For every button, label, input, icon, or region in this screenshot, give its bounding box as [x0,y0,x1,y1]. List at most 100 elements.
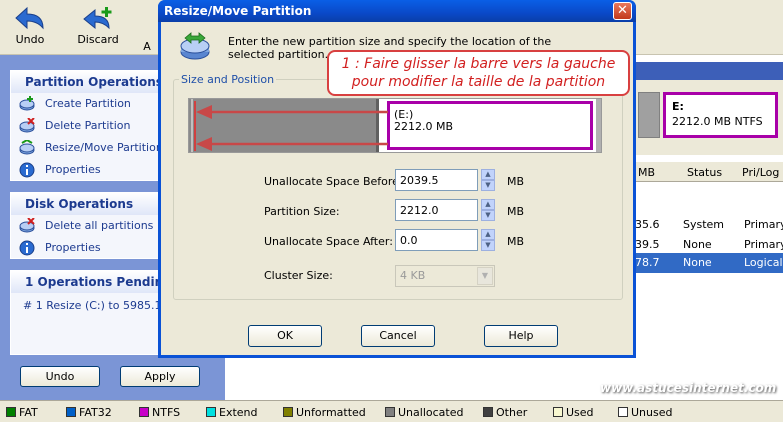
info-icon [19,240,35,256]
legend-label: Unformatted [296,406,366,419]
size-unit: MB [507,205,525,218]
legend-swatch [6,407,16,417]
legend-swatch [206,407,216,417]
legend-swatch [483,407,493,417]
after-spinner: ▲ ▼ [395,229,495,251]
close-button[interactable]: ✕ [613,2,632,20]
spin-up-icon[interactable]: ▲ [481,169,495,180]
unallocated-before-input[interactable] [395,169,478,191]
apply-toolbar-button[interactable]: A [136,4,158,53]
red-arrows-overlay [194,101,388,151]
legend-swatch [618,407,628,417]
annotation-line-2: pour modifier la taille de la partition [351,74,606,90]
close-icon: ✕ [617,3,628,18]
ok-button[interactable]: OK [248,325,322,347]
legend-label: Extend [219,406,258,419]
legend-item: Used [553,406,594,419]
spin-down-icon[interactable]: ▼ [481,210,495,221]
undo-toolbar-label: Undo [15,33,45,46]
disk-properties-label: Properties [45,241,101,254]
partition-block-used[interactable] [638,92,660,138]
apply-button[interactable]: Apply [120,366,200,387]
delete-partition-label: Delete Partition [45,119,131,132]
delete-all-partitions-label: Delete all partitions [45,219,154,232]
cell-type: Logical [744,256,783,269]
cell-type: Primary [744,238,783,251]
annotation-line-1: 1 : Faire glisser la barre vers la gauch… [341,56,616,72]
cell-mb: 35.6 [635,218,660,231]
undo-toolbar-button[interactable]: Undo [5,4,55,52]
legend-label: Unused [631,406,673,419]
apply-toolbar-label: A [143,40,151,53]
help-button[interactable]: Help [484,325,558,347]
chevron-down-icon: ▼ [477,267,493,285]
cancel-button[interactable]: Cancel [361,325,435,347]
partition-e-info: 2212.0 MB NTFS [672,115,763,128]
column-header-pri-log[interactable]: Pri/Log [742,166,779,179]
discard-toolbar-button[interactable]: Discard [73,4,123,52]
column-header-mb[interactable]: MB [638,166,655,179]
partition-resize-handle-area[interactable]: (E:) 2212.0 MB [387,101,593,150]
legend-label: NTFS [152,406,181,419]
delete-all-icon [19,218,35,233]
right-resize-handle[interactable] [596,99,601,152]
discard-toolbar-label: Discard [77,33,119,46]
cell-mb: 39.5 [635,238,660,251]
table-row[interactable]: 35.6 System Primary [630,215,783,235]
legend-label: Unallocated [398,406,464,419]
info-icon [19,162,35,178]
table-row[interactable]: 78.7 None Logical [630,253,783,273]
legend-label: Used [566,406,594,419]
resize-partition-icon [19,140,35,155]
cell-status: None [683,256,712,269]
legend-swatch [139,407,149,417]
before-unit: MB [507,175,525,188]
legend-swatch [553,407,563,417]
legend-item: FAT32 [66,406,112,419]
cluster-size-select: 4 KB ▼ [395,265,495,287]
cluster-size-value: 4 KB [400,269,426,282]
partition-properties-label: Properties [45,163,101,176]
spin-down-icon[interactable]: ▼ [481,240,495,251]
partition-size-bar[interactable]: (E:) 2212.0 MB [188,98,602,153]
size-label: Partition Size: [264,205,340,218]
watermark-text: www.astucesinternet.com [600,381,777,395]
column-header-status[interactable]: Status [687,166,722,179]
partition-size-input[interactable] [395,199,478,221]
legend-label: FAT [19,406,38,419]
create-partition-icon [19,96,35,111]
resize-move-partition-label: Resize/Move Partition [45,141,163,154]
disk-header-bar [630,62,783,80]
cell-mb: 78.7 [635,256,660,269]
undo-button[interactable]: Undo [20,366,100,387]
legend-item: Other [483,406,527,419]
legend-swatch [385,407,395,417]
cell-type: Primary [744,218,783,231]
cell-status: System [683,218,725,231]
spin-down-icon[interactable]: ▼ [481,180,495,191]
size-spinner: ▲ ▼ [395,199,495,221]
before-label: Unallocate Space Before: [264,175,403,188]
partition-e-name: E: [672,100,684,113]
legend-item: Unallocated [385,406,463,419]
dialog-title-bar[interactable]: Resize/Move Partition ✕ [158,0,636,22]
unallocated-after-input[interactable] [395,229,478,251]
legend-swatch [283,407,293,417]
legend-item: NTFS [139,406,180,419]
partition-table-header: MB Status Pri/Log [630,162,783,182]
before-spinner: ▲ ▼ [395,169,495,191]
legend-item: Extend [206,406,258,419]
partition-e-block[interactable]: E: 2212.0 MB NTFS [663,92,778,138]
create-partition-label: Create Partition [45,97,131,110]
table-row[interactable]: 39.5 None Primary [630,235,783,255]
spin-up-icon[interactable]: ▲ [481,199,495,210]
resize-disk-icon [180,32,210,60]
legend-item: FAT [6,406,38,419]
delete-partition-icon [19,118,35,133]
legend-bar: FAT FAT32 NTFS Extend Unformatted Unallocated… [0,400,783,422]
cell-status: None [683,238,712,251]
discard-icon [83,7,112,30]
cluster-size-label: Cluster Size: [264,269,333,282]
spin-up-icon[interactable]: ▲ [481,229,495,240]
legend-item: Unused [618,406,672,419]
